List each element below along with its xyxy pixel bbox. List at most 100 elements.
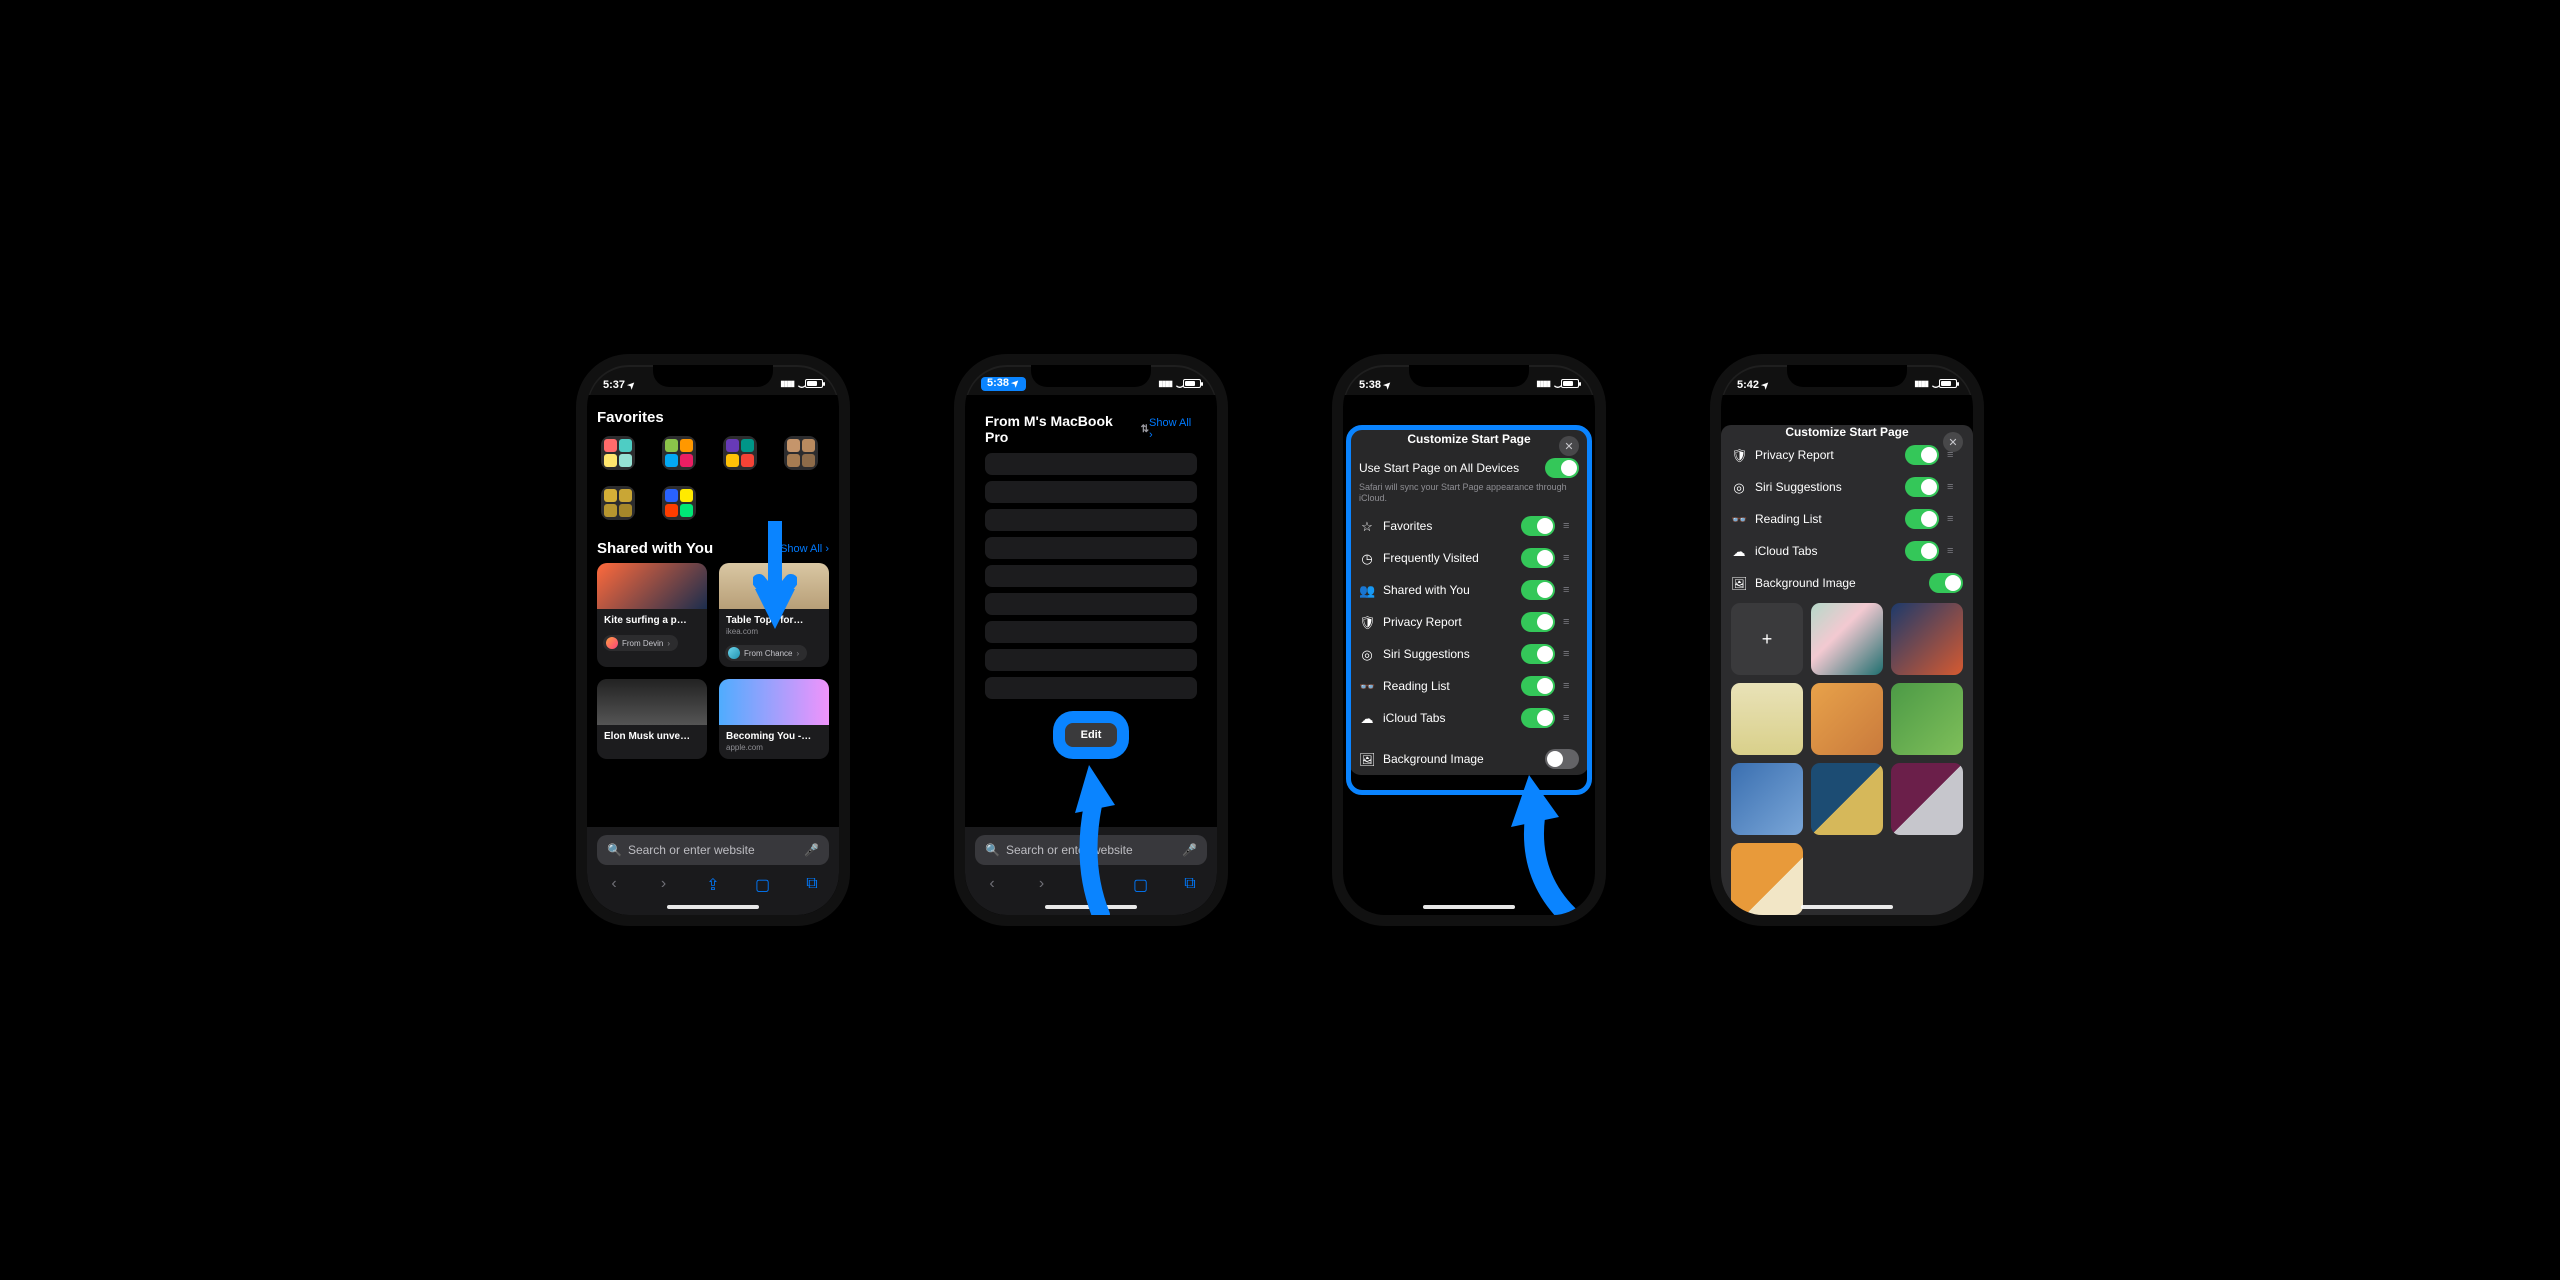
background-toggle[interactable] — [1545, 749, 1579, 769]
mic-icon[interactable]: 🎤 — [1182, 843, 1197, 857]
reorder-handle-icon[interactable]: ≡ — [1563, 584, 1579, 596]
reorder-handle-icon[interactable]: ≡ — [1947, 545, 1963, 557]
option-row: ☁ iCloud Tabs ≡ — [1349, 702, 1589, 734]
address-bar[interactable]: 🔍 Search or enter website 🎤 — [597, 835, 829, 865]
chevron-right-icon: › — [1149, 429, 1153, 441]
background-tile[interactable] — [1811, 763, 1883, 835]
clock: 5:42 — [1737, 379, 1759, 391]
image-icon: 🖼 — [1359, 753, 1375, 766]
forward-button[interactable]: › — [653, 875, 675, 895]
show-all-link[interactable]: Show All › — [1149, 417, 1197, 441]
favorite-folder[interactable] — [662, 486, 696, 520]
background-tile[interactable] — [1811, 603, 1883, 675]
edit-button[interactable]: Edit — [1059, 717, 1124, 753]
option-toggle[interactable] — [1905, 509, 1939, 529]
reorder-handle-icon[interactable]: ≡ — [1947, 513, 1963, 525]
glasses-icon: 👓 — [1359, 680, 1375, 693]
cloud-icon: ☁ — [1359, 712, 1375, 725]
background-tile[interactable] — [1891, 603, 1963, 675]
sync-toggle[interactable] — [1545, 458, 1579, 478]
background-image-row: 🖼 Background Image — [1721, 567, 1973, 599]
share-button[interactable]: ⇪ — [1080, 875, 1102, 895]
cloud-icon: ☁ — [1731, 545, 1747, 558]
favorite-folder[interactable] — [723, 436, 757, 470]
tabs-button[interactable]: ⧉ — [801, 875, 823, 895]
option-toggle[interactable] — [1905, 477, 1939, 497]
reorder-handle-icon[interactable]: ≡ — [1947, 481, 1963, 493]
tabs-button[interactable]: ⧉ — [1179, 875, 1201, 895]
address-placeholder: Search or enter website — [628, 843, 798, 857]
address-placeholder: Search or enter website — [1006, 843, 1176, 857]
option-toggle[interactable] — [1521, 644, 1555, 664]
icloud-tab-row[interactable] — [985, 621, 1197, 643]
back-button[interactable]: ‹ — [981, 875, 1003, 895]
forward-button[interactable]: › — [1031, 875, 1053, 895]
background-tile[interactable] — [1731, 683, 1803, 755]
icloud-tab-row[interactable] — [985, 677, 1197, 699]
icloud-tab-row[interactable] — [985, 565, 1197, 587]
icloud-tab-row[interactable] — [985, 453, 1197, 475]
add-background-tile[interactable]: + — [1731, 603, 1803, 675]
icloud-tabs-heading: From M's MacBook Pro ⇅ — [985, 413, 1149, 445]
safari-start-page: Favorites Shared with You Show All › Kit… — [587, 395, 839, 915]
shared-card[interactable]: Kite surfing a p… From Devin› — [597, 563, 707, 667]
icloud-tab-row[interactable] — [985, 509, 1197, 531]
back-button[interactable]: ‹ — [603, 875, 625, 895]
option-toggle[interactable] — [1521, 548, 1555, 568]
favorite-folder[interactable] — [784, 436, 818, 470]
updown-icon[interactable]: ⇅ — [1141, 424, 1149, 435]
favorite-folder[interactable] — [601, 436, 635, 470]
share-button[interactable]: ⇪ — [702, 875, 724, 895]
from-chip[interactable]: From Chance› — [725, 645, 807, 661]
icloud-tab-row[interactable] — [985, 537, 1197, 559]
background-toggle[interactable] — [1929, 573, 1963, 593]
background-tile[interactable] — [1731, 843, 1803, 915]
show-all-link[interactable]: Show All › — [780, 543, 829, 555]
favorite-folder[interactable] — [662, 436, 696, 470]
mic-icon[interactable]: 🎤 — [804, 843, 819, 857]
shared-card[interactable]: Elon Musk unve… — [597, 679, 707, 759]
reorder-handle-icon[interactable]: ≡ — [1563, 648, 1579, 660]
bookmarks-button[interactable]: ▢ — [1130, 875, 1152, 895]
siri-icon: ◎ — [1731, 481, 1747, 494]
device-background-picker: 5:42 Customize Start Page ✕ 🛡Privacy Rep… — [1721, 365, 1973, 915]
search-icon: 🔍 — [985, 843, 1000, 857]
icloud-tab-row[interactable] — [985, 593, 1197, 615]
option-toggle[interactable] — [1521, 708, 1555, 728]
clock: 5:38 — [1359, 379, 1381, 391]
reorder-handle-icon[interactable]: ≡ — [1563, 552, 1579, 564]
shield-icon: 🛡 — [1731, 449, 1747, 462]
address-bar[interactable]: 🔍 Search or enter website 🎤 — [975, 835, 1207, 865]
icloud-tab-row[interactable] — [985, 649, 1197, 671]
notch — [653, 365, 773, 387]
background-tile[interactable] — [1811, 683, 1883, 755]
option-label: iCloud Tabs — [1383, 711, 1513, 725]
close-button[interactable]: ✕ — [1559, 436, 1579, 456]
reorder-handle-icon[interactable]: ≡ — [1563, 680, 1579, 692]
from-chip[interactable]: From Devin› — [603, 635, 678, 651]
location-icon — [628, 379, 636, 391]
reorder-handle-icon[interactable]: ≡ — [1563, 616, 1579, 628]
shared-card[interactable]: Table Tops for…ikea.com From Chance› — [719, 563, 829, 667]
option-label: Privacy Report — [1383, 615, 1513, 629]
reorder-handle-icon[interactable]: ≡ — [1563, 712, 1579, 724]
favorite-folder[interactable] — [601, 486, 635, 520]
close-button[interactable]: ✕ — [1943, 432, 1963, 452]
background-tile[interactable] — [1731, 763, 1803, 835]
option-toggle[interactable] — [1521, 580, 1555, 600]
option-toggle[interactable] — [1521, 676, 1555, 696]
option-toggle[interactable] — [1905, 445, 1939, 465]
background-tile[interactable] — [1891, 683, 1963, 755]
option-toggle[interactable] — [1521, 612, 1555, 632]
bookmarks-button[interactable]: ▢ — [752, 875, 774, 895]
option-toggle[interactable] — [1521, 516, 1555, 536]
icloud-tab-row[interactable] — [985, 481, 1197, 503]
sheet-title: Customize Start Page — [1407, 432, 1530, 446]
glasses-icon: 👓 — [1731, 513, 1747, 526]
option-label: Reading List — [1755, 512, 1897, 526]
option-toggle[interactable] — [1905, 541, 1939, 561]
people-icon: 👥 — [1359, 584, 1375, 597]
reorder-handle-icon[interactable]: ≡ — [1563, 520, 1579, 532]
shared-card[interactable]: Becoming You -…apple.com — [719, 679, 829, 759]
background-tile[interactable] — [1891, 763, 1963, 835]
